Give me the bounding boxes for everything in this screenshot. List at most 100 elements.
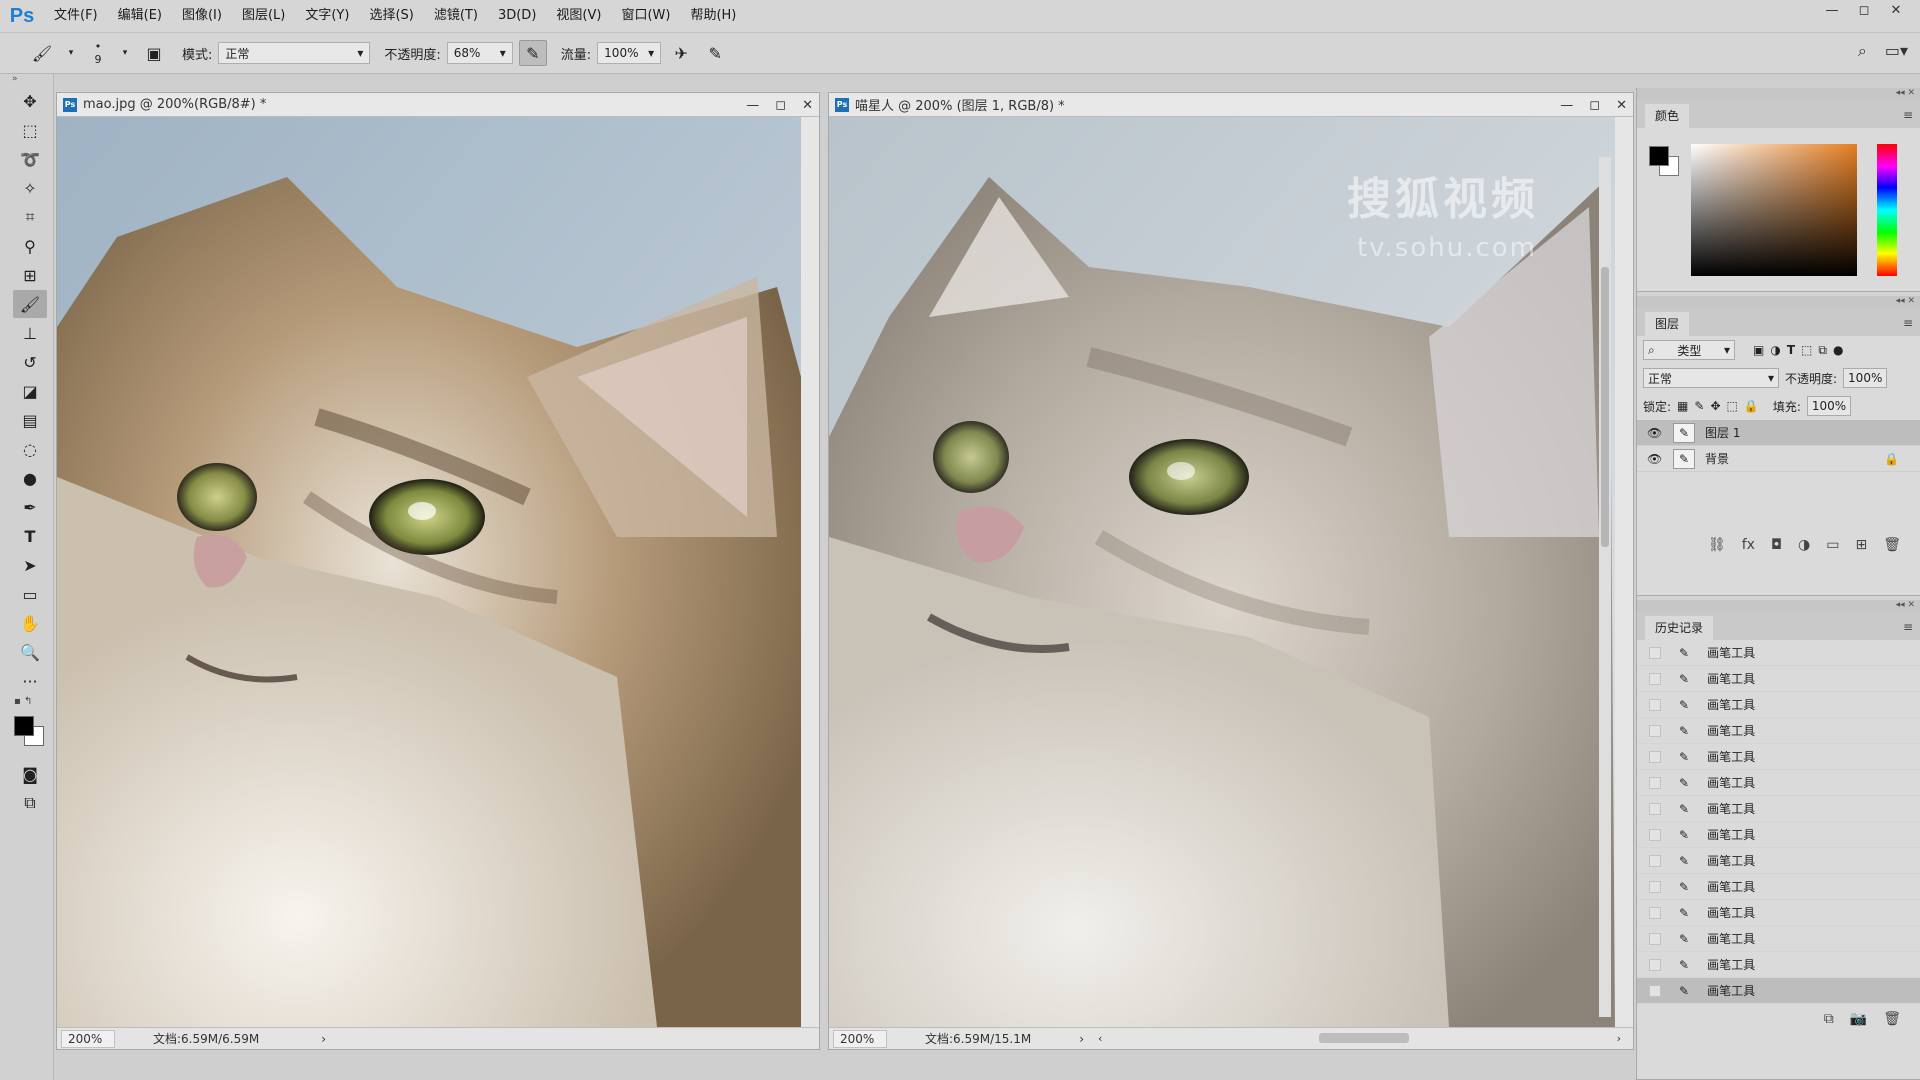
history-state-row[interactable]: ✎ 画笔工具 <box>1637 900 1920 926</box>
chevron-down-icon[interactable]: ▾ <box>116 40 134 66</box>
collapse-icon[interactable]: » <box>0 74 53 86</box>
scroll-left-icon[interactable]: ‹ <box>1098 1032 1102 1045</box>
rectangle-icon[interactable]: ▭ <box>13 580 47 608</box>
zoom-level[interactable]: 200% <box>61 1029 115 1048</box>
canvas-original-photo[interactable] <box>57 117 801 1027</box>
filter-toggle-icon[interactable]: ● <box>1833 343 1843 357</box>
fx-icon[interactable]: fx <box>1742 537 1755 553</box>
type-icon[interactable]: T <box>13 522 47 550</box>
airbrush-icon[interactable]: ✈ <box>667 40 695 66</box>
history-source-checkbox[interactable] <box>1649 958 1661 971</box>
foreground-color-swatch[interactable] <box>14 716 34 736</box>
zoom-icon[interactable]: 🔍 <box>13 638 47 666</box>
history-state-row[interactable]: ✎ 画笔工具 <box>1637 692 1920 718</box>
canvas-painting[interactable]: 搜狐视频 tv.sohu.com <box>829 117 1615 1027</box>
lock-all-icon[interactable]: 🔒 <box>1744 399 1759 413</box>
pen-icon[interactable]: ✒ <box>13 493 47 521</box>
history-source-checkbox[interactable] <box>1649 698 1661 711</box>
screen-mode-icon[interactable]: ⧉ <box>13 789 47 817</box>
blend-mode-select[interactable]: 正常 ▾ <box>1643 368 1779 388</box>
menu-view[interactable]: 视图(V) <box>546 0 611 32</box>
history-source-checkbox[interactable] <box>1649 854 1661 867</box>
maximize-icon[interactable]: ◻ <box>775 98 786 113</box>
document-tab-original[interactable]: Ps mao.jpg @ 200%(RGB/8#) * — ◻ ✕ <box>57 93 819 117</box>
new-layer-icon[interactable]: ⊞ <box>1855 537 1867 553</box>
minimize-icon[interactable]: — <box>1816 0 1848 20</box>
history-state-row[interactable]: ✎ 画笔工具 <box>1637 796 1920 822</box>
layer-filter-select[interactable]: ⌕ 类型 ▾ <box>1643 340 1735 360</box>
filter-smart-object-icon[interactable]: ⧉ <box>1818 343 1827 358</box>
close-icon[interactable]: ✕ <box>1880 0 1912 20</box>
snapshot-camera-icon[interactable]: 📷 <box>1850 1011 1867 1027</box>
history-brush-icon[interactable]: ↺ <box>13 348 47 376</box>
history-source-checkbox[interactable] <box>1649 672 1661 685</box>
minimize-icon[interactable]: — <box>1560 98 1573 113</box>
move-icon[interactable]: ✥ <box>13 87 47 115</box>
chevron-right-icon[interactable]: › <box>1079 1032 1084 1046</box>
panel-menu-icon[interactable]: ≡ <box>1903 620 1913 634</box>
panel-collapse-icon[interactable]: ◂◂ ✕ <box>1637 296 1920 308</box>
new-group-icon[interactable]: ▭ <box>1826 537 1839 553</box>
menu-filter[interactable]: 滤镜(T) <box>424 0 488 32</box>
tab-color[interactable]: 颜色 <box>1645 104 1690 128</box>
blur-icon[interactable]: ◌ <box>13 435 47 463</box>
zoom-level[interactable]: 200% <box>833 1029 887 1048</box>
filter-type-icon[interactable]: T <box>1787 343 1795 357</box>
close-icon[interactable]: ✕ <box>802 98 813 113</box>
history-state-row[interactable]: ✎ 画笔工具 <box>1637 978 1920 1004</box>
history-state-row[interactable]: ✎ 画笔工具 <box>1637 848 1920 874</box>
pressure-opacity-icon[interactable]: ✎ <box>518 40 547 66</box>
brush-preset-icon[interactable]: 🖌 <box>28 40 56 66</box>
close-icon[interactable]: ✕ <box>1616 98 1627 113</box>
flow-input[interactable]: 100% ▾ <box>597 42 662 64</box>
visibility-eye-icon[interactable]: 👁 <box>1647 452 1663 466</box>
chevron-right-icon[interactable]: › <box>321 1032 326 1046</box>
panel-collapse-icon[interactable]: ◂◂ ✕ <box>1637 600 1920 612</box>
lock-transparency-icon[interactable]: ▦ <box>1677 399 1688 413</box>
swap-colors-icon[interactable]: ▪ ↰ <box>0 696 53 708</box>
panel-menu-icon[interactable]: ≡ <box>1903 316 1913 330</box>
menu-edit[interactable]: 编辑(E) <box>108 0 172 32</box>
history-state-row[interactable]: ✎ 画笔工具 <box>1637 640 1920 666</box>
lock-artboard-icon[interactable]: ⬚ <box>1727 399 1738 413</box>
mode-select[interactable]: 正常 ▾ <box>218 42 371 64</box>
history-state-row[interactable]: ✎ 画笔工具 <box>1637 744 1920 770</box>
menu-select[interactable]: 选择(S) <box>359 0 423 32</box>
history-state-row[interactable]: ✎ 画笔工具 <box>1637 666 1920 692</box>
history-state-row[interactable]: ✎ 画笔工具 <box>1637 770 1920 796</box>
delete-icon[interactable]: 🗑 <box>1883 1011 1901 1027</box>
eraser-icon[interactable]: ◪ <box>13 377 47 405</box>
brush-panel-toggle-icon[interactable]: ▣ <box>140 40 168 66</box>
workspace-icon[interactable]: ▭▾ <box>1885 41 1908 61</box>
adjustment-layer-icon[interactable]: ◑ <box>1798 537 1810 553</box>
panel-collapse-icon[interactable]: ◂◂ ✕ <box>1637 88 1920 100</box>
lock-position-icon[interactable]: ✥ <box>1710 399 1720 413</box>
horizontal-scrollbar-thumb[interactable] <box>1319 1033 1409 1043</box>
tab-layers[interactable]: 图层 <box>1645 312 1690 336</box>
history-state-row[interactable]: ✎ 画笔工具 <box>1637 926 1920 952</box>
hue-slider[interactable] <box>1877 144 1897 276</box>
path-select-icon[interactable]: ➤ <box>13 551 47 579</box>
history-state-row[interactable]: ✎ 画笔工具 <box>1637 718 1920 744</box>
color-swatches[interactable] <box>12 714 52 754</box>
history-source-checkbox[interactable] <box>1649 776 1661 789</box>
minimize-icon[interactable]: — <box>746 98 759 113</box>
hand-icon[interactable]: ✋ <box>13 609 47 637</box>
brush-size-picker[interactable]: • 9 <box>86 40 110 66</box>
new-document-from-state-icon[interactable]: ⧉ <box>1824 1011 1834 1027</box>
history-source-checkbox[interactable] <box>1649 880 1661 893</box>
history-source-checkbox[interactable] <box>1649 906 1661 919</box>
menu-window[interactable]: 窗口(W) <box>611 0 680 32</box>
menu-help[interactable]: 帮助(H) <box>680 0 746 32</box>
layer-row-layer1[interactable]: 👁 ✎ 图层 1 <box>1637 420 1920 446</box>
history-state-row[interactable]: ✎ 画笔工具 <box>1637 822 1920 848</box>
scroll-right-icon[interactable]: › <box>1617 1032 1621 1045</box>
history-state-row[interactable]: ✎ 画笔工具 <box>1637 874 1920 900</box>
delete-icon[interactable]: 🗑 <box>1883 537 1901 553</box>
menu-file[interactable]: 文件(F) <box>44 0 108 32</box>
history-state-row[interactable]: ✎ 画笔工具 <box>1637 952 1920 978</box>
document-tab-painting[interactable]: Ps 喵星人 @ 200% (图层 1, RGB/8) * — ◻ ✕ <box>829 93 1633 117</box>
add-mask-icon[interactable]: ◘ <box>1771 537 1782 553</box>
healing-icon[interactable]: ⊞ <box>13 261 47 289</box>
gradient-icon[interactable]: ▤ <box>13 406 47 434</box>
